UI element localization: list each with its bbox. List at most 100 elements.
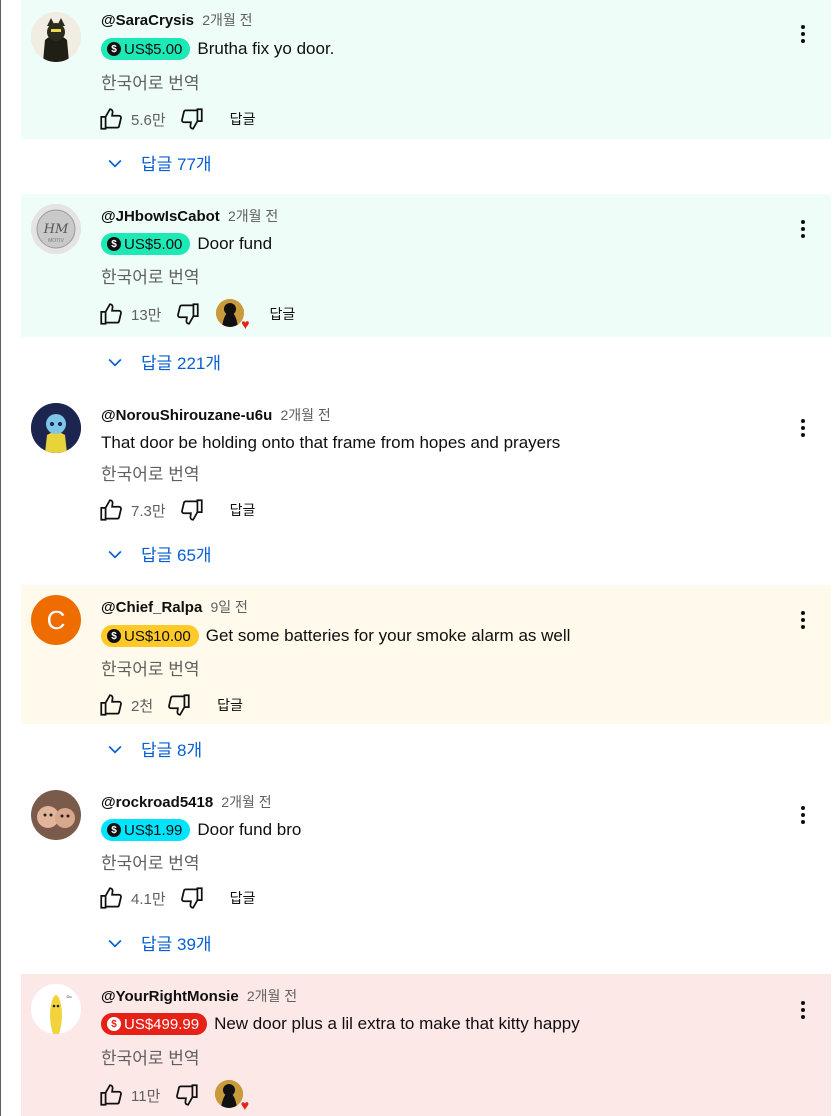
comment-thread: @NorouShirouzane-u6u 2개월 전 That door be … [21, 392, 831, 532]
thumb-down-icon[interactable] [178, 496, 206, 524]
avatar[interactable] [31, 12, 81, 62]
comment-actions: 4.1만 답글 [97, 884, 255, 912]
more-vert-icon[interactable] [793, 20, 813, 48]
reply-button[interactable]: 답글 [230, 888, 256, 908]
view-replies-button[interactable]: 답글 65개 [105, 541, 212, 566]
translate-link[interactable]: 한국어로 번역 [101, 263, 200, 288]
avatar-letter: C [46, 604, 66, 635]
thumb-down-icon[interactable] [174, 300, 202, 328]
thumb-up-icon[interactable] [97, 691, 125, 719]
like-count: 7.3만 [131, 502, 166, 520]
comment-time[interactable]: 2개월 전 [280, 407, 330, 423]
thumb-up-icon[interactable] [97, 105, 125, 133]
avatar[interactable] [31, 790, 81, 840]
comment-body: $ US$5.00 Door fund [101, 233, 272, 255]
super-thanks-icon: $ [107, 823, 121, 837]
comment-actions: 7.3만 답글 [97, 496, 255, 524]
comment-actions: 5.6만 답글 [97, 105, 255, 133]
comment-actions: 2천 답글 [97, 691, 243, 719]
avatar[interactable] [31, 403, 81, 453]
comment-header: @YourRightMonsie 2개월 전 [101, 986, 297, 1006]
comment-body: $ US$499.99 New door plus a lil extra to… [101, 1013, 580, 1035]
thumb-down-icon[interactable] [178, 884, 206, 912]
more-vert-icon[interactable] [793, 215, 813, 243]
view-replies-button[interactable]: 답글 8개 [105, 736, 202, 761]
avatar[interactable]: HM MOTIV [31, 204, 81, 254]
super-thanks-chip: $ US$499.99 [101, 1013, 208, 1035]
translate-link[interactable]: 한국어로 번역 [101, 460, 200, 485]
like-count: 11만 [131, 1087, 161, 1105]
thumb-down-icon[interactable] [165, 691, 193, 719]
like-count: 2천 [131, 697, 154, 715]
author-name[interactable]: @Chief_Ralpa [101, 599, 202, 616]
thumb-up-icon[interactable] [97, 884, 125, 912]
super-thanks-icon: $ [107, 629, 121, 643]
chevron-down-icon [108, 159, 122, 168]
super-thanks-amount: US$5.00 [124, 40, 183, 58]
comment-header: @JHbowIsCabot 2개월 전 [101, 206, 278, 226]
svg-text:HM: HM [43, 222, 69, 237]
view-replies-button[interactable]: 답글 221개 [105, 349, 221, 374]
comment-thread: @SaraCrysis 2개월 전 $ US$5.00 Brutha fix y… [21, 0, 831, 139]
comment-text: Door fund bro [197, 820, 302, 839]
comment-time[interactable]: 9일 전 [211, 599, 248, 615]
reply-button[interactable]: 답글 [217, 695, 243, 715]
author-name[interactable]: @YourRightMonsie [101, 988, 239, 1005]
super-thanks-amount: US$5.00 [124, 235, 183, 253]
view-replies-button[interactable]: 답글 77개 [105, 150, 212, 175]
creator-heart-icon: ♥ [215, 1080, 249, 1112]
author-name[interactable]: @NorouShirouzane-u6u [101, 407, 272, 424]
thumb-down-icon[interactable] [178, 105, 206, 133]
comment-thread: HM MOTIV @JHbowIsCabot 2개월 전 $ US$5.00 Do… [21, 194, 831, 337]
comment-body: $ US$5.00 Brutha fix yo door. [101, 38, 334, 60]
replies-label: 답글 65개 [141, 546, 212, 565]
comment-time[interactable]: 2개월 전 [221, 794, 271, 810]
thumb-up-icon[interactable] [97, 496, 125, 524]
reply-button[interactable]: 답글 [230, 500, 256, 520]
translate-link[interactable]: 한국어로 번역 [101, 849, 200, 874]
more-vert-icon[interactable] [793, 606, 813, 634]
comment-time[interactable]: 2개월 전 [228, 208, 278, 224]
more-vert-icon[interactable] [793, 414, 813, 442]
replies-label: 답글 221개 [141, 354, 222, 373]
super-thanks-amount: US$10.00 [124, 627, 191, 645]
comment-header: @NorouShirouzane-u6u 2개월 전 [101, 405, 331, 425]
comment-thread: @rockroad5418 2개월 전 $ US$1.99 Door fund … [21, 780, 831, 920]
comment-body: That door be holding onto that frame fro… [101, 433, 560, 453]
comment-time[interactable]: 2개월 전 [247, 988, 297, 1004]
avatar[interactable]: Do [31, 984, 81, 1034]
replies-label: 답글 39개 [141, 935, 212, 954]
super-thanks-chip: $ US$10.00 [101, 625, 199, 647]
translate-link[interactable]: 한국어로 번역 [101, 69, 200, 94]
comment-thread: C @Chief_Ralpa 9일 전 $ US$10.00 Get some … [21, 585, 831, 724]
thumb-up-icon[interactable] [97, 1081, 125, 1109]
comment-body: $ US$10.00 Get some batteries for your s… [101, 625, 570, 647]
translate-link[interactable]: 한국어로 번역 [101, 655, 200, 680]
view-replies-button[interactable]: 답글 39개 [105, 930, 212, 955]
super-thanks-chip: $ US$5.00 [101, 38, 191, 60]
more-vert-icon[interactable] [793, 801, 813, 829]
comment-time[interactable]: 2개월 전 [202, 12, 252, 28]
comment-thread: Do @YourRightMonsie 2개월 전 $ US$499.99 Ne… [21, 974, 831, 1116]
super-thanks-chip: $ US$1.99 [101, 819, 191, 841]
translate-link[interactable]: 한국어로 번역 [101, 1044, 200, 1069]
creator-heart-icon: ♥ [215, 299, 250, 331]
author-name[interactable]: @SaraCrysis [101, 12, 194, 29]
comment-text: New door plus a lil extra to make that k… [214, 1014, 580, 1033]
chevron-down-icon [108, 745, 122, 754]
more-vert-icon[interactable] [793, 996, 813, 1024]
thumb-down-icon[interactable] [173, 1081, 201, 1109]
comment-text: Get some batteries for your smoke alarm … [205, 626, 571, 645]
comment-text: That door be holding onto that frame fro… [101, 433, 561, 452]
like-count: 4.1만 [131, 890, 166, 908]
svg-text:MOTIV: MOTIV [48, 238, 64, 244]
author-name[interactable]: @rockroad5418 [101, 794, 213, 811]
avatar[interactable]: C [31, 595, 81, 645]
window-edge [0, 0, 1, 1116]
author-name[interactable]: @JHbowIsCabot [101, 208, 220, 225]
super-thanks-amount: US$499.99 [124, 1015, 200, 1033]
reply-button[interactable]: 답글 [230, 109, 256, 129]
reply-button[interactable]: 답글 [270, 304, 296, 324]
chevron-down-icon [108, 358, 122, 367]
thumb-up-icon[interactable] [97, 300, 125, 328]
